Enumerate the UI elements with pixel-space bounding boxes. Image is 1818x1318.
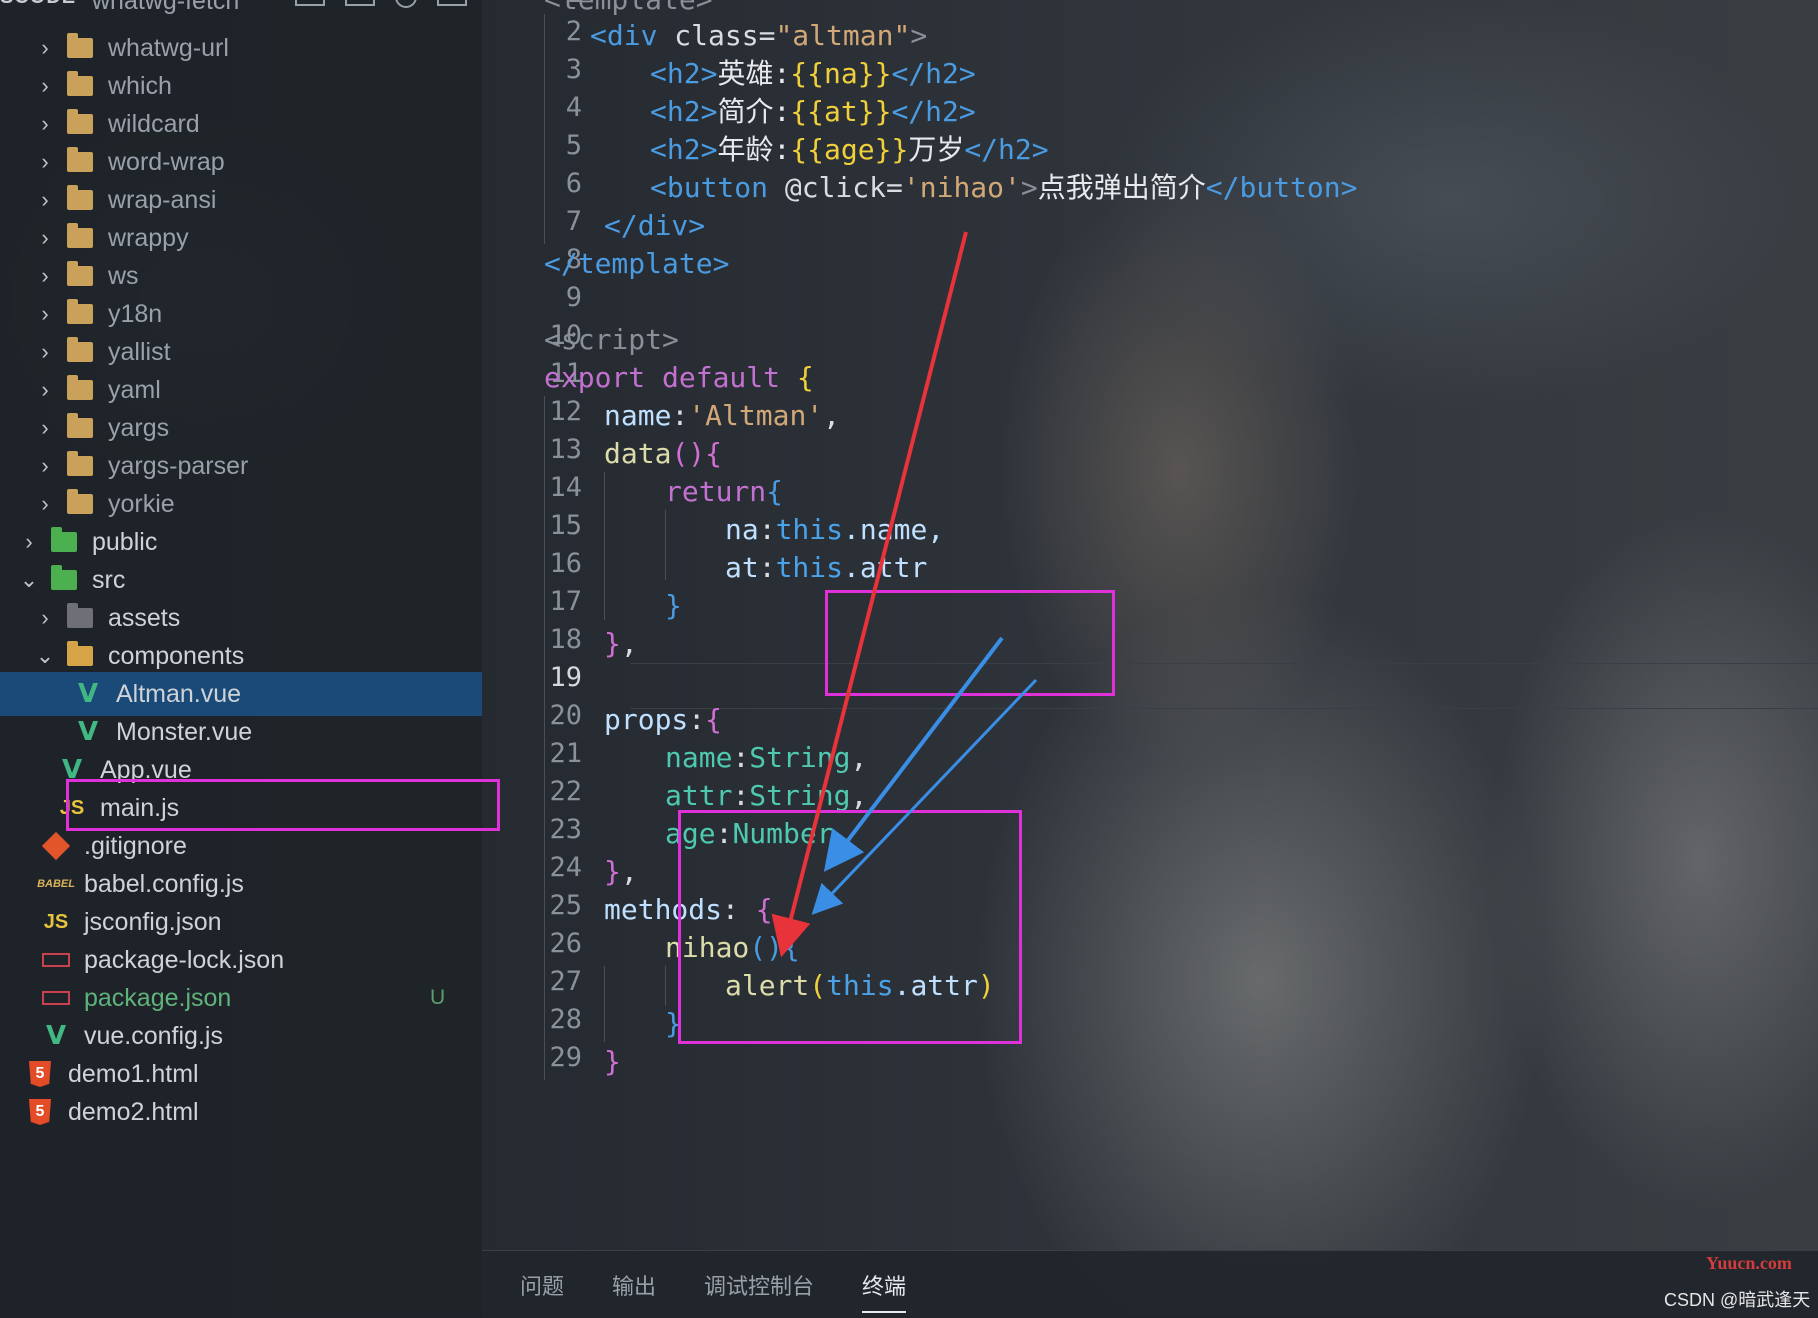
tab-problems[interactable]: 问题 (520, 1269, 564, 1301)
tab-terminal[interactable]: 终端 (862, 1269, 907, 1313)
blue-arrow-2 (811, 678, 1038, 915)
site-watermark: Yuucn.com (1706, 1253, 1792, 1273)
csdn-watermark: CSDN @暗武逢天 (1664, 1290, 1811, 1310)
blue-arrow-1 (823, 636, 1004, 872)
annotation-arrows (771, 231, 1038, 958)
tab-debug-console[interactable]: 调试控制台 (704, 1269, 814, 1301)
red-arrow (771, 231, 968, 958)
bottom-panel: 问题 输出 调试控制台 终端 (482, 1250, 1818, 1318)
tab-output[interactable]: 输出 (612, 1269, 656, 1301)
